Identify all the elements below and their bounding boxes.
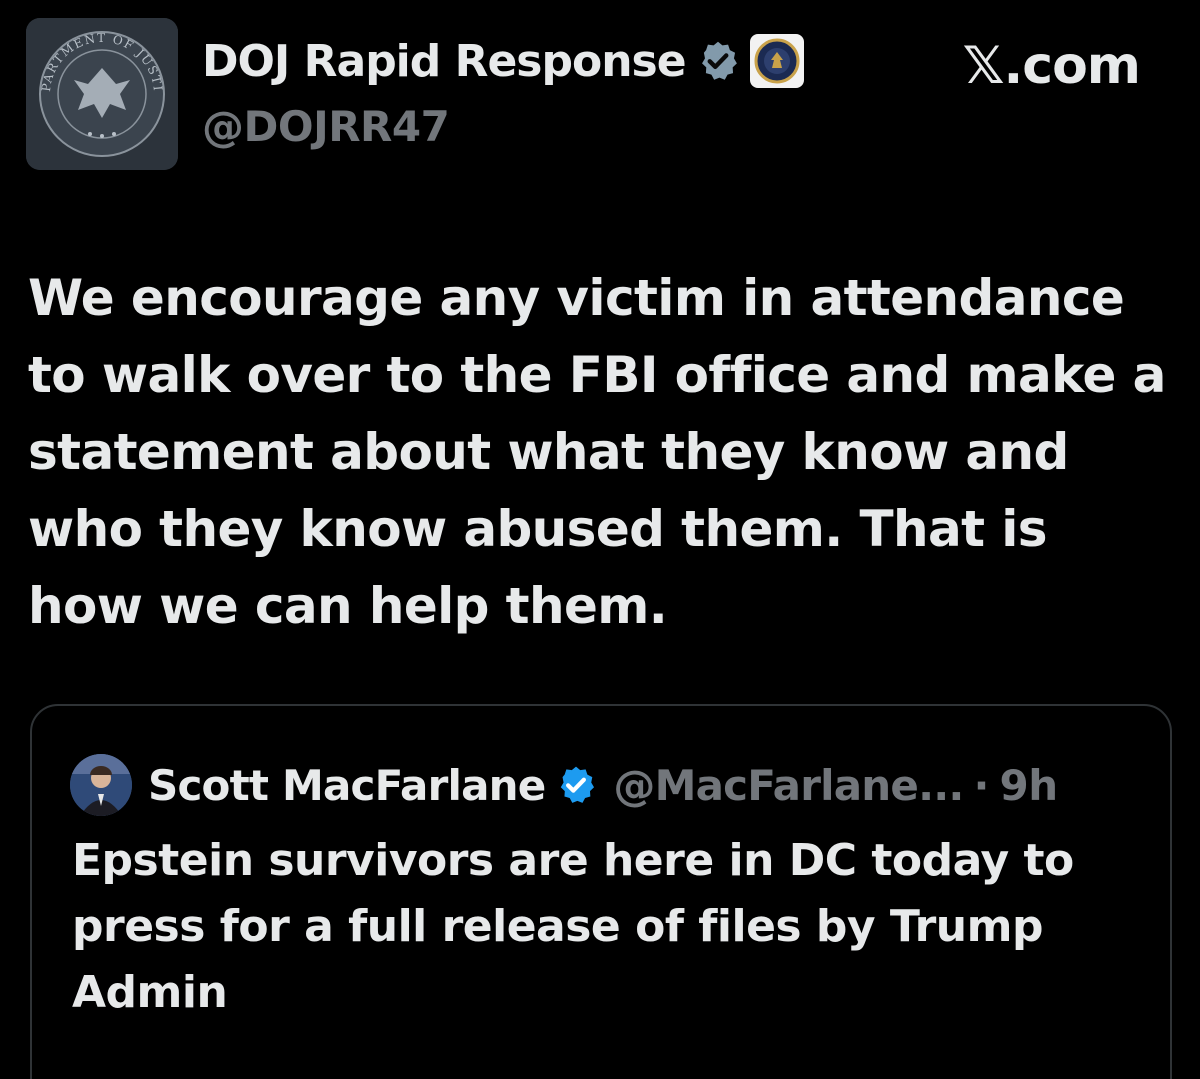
verified-badge-icon[interactable] — [555, 764, 597, 806]
user-avatar-icon[interactable] — [70, 754, 132, 816]
doj-seal-icon: DEPARTMENT OF JUSTICE — [26, 18, 178, 170]
verified-badge-icon[interactable] — [696, 39, 740, 83]
author-handle[interactable]: @DOJRR47 — [202, 102, 450, 151]
separator-dot: · — [973, 760, 990, 810]
author-display-name[interactable]: DOJ Rapid Response — [202, 36, 687, 87]
author-name-row: DOJ Rapid Response — [202, 34, 804, 88]
quoted-tweet-card[interactable]: Scott MacFarlane @MacFarlane... · 9h Eps… — [30, 704, 1172, 1079]
author-avatar[interactable]: DEPARTMENT OF JUSTICE — [26, 18, 178, 170]
doj-affiliate-badge-icon[interactable] — [749, 34, 804, 88]
source-watermark: 𝕏.com — [962, 36, 1141, 96]
quoted-timestamp[interactable]: 9h — [1000, 761, 1059, 810]
tweet-text: We encourage any victim in attendance to… — [28, 269, 1166, 635]
quoted-tweet-header: Scott MacFarlane @MacFarlane... · 9h — [70, 754, 1058, 816]
quoted-display-name[interactable]: Scott MacFarlane — [148, 761, 546, 810]
quoted-handle[interactable]: @MacFarlane... — [613, 761, 964, 810]
quoted-tweet-text: Epstein survivors are here in DC today t… — [72, 835, 1074, 1018]
